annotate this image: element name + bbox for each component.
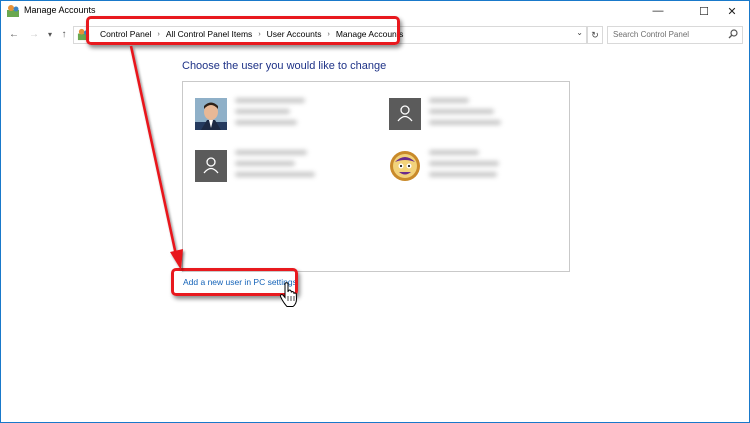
cartoon-avatar bbox=[390, 151, 420, 181]
breadcrumb-highlight-box bbox=[86, 16, 400, 45]
search-box[interactable]: Search Control Panel bbox=[607, 26, 743, 44]
refresh-button[interactable]: ↻ bbox=[587, 26, 603, 44]
account-details-redacted bbox=[235, 98, 315, 136]
back-button[interactable]: ← bbox=[7, 26, 21, 42]
close-button[interactable]: ✕ bbox=[715, 1, 749, 21]
forward-button[interactable]: → bbox=[27, 26, 41, 42]
search-input[interactable]: Search Control Panel bbox=[613, 30, 689, 39]
search-icon[interactable] bbox=[728, 29, 738, 39]
window: Manage Accounts — ☐ ✕ ← → ▾ ↑ Control Pa… bbox=[0, 0, 750, 423]
control-panel-icon bbox=[7, 5, 19, 17]
account-tile[interactable] bbox=[193, 96, 323, 142]
account-tile[interactable] bbox=[387, 96, 517, 142]
generic-user-icon bbox=[389, 98, 421, 130]
up-button[interactable]: ↑ bbox=[57, 26, 71, 42]
account-details-redacted bbox=[235, 150, 315, 188]
photo-avatar bbox=[195, 98, 227, 130]
minimize-button[interactable]: — bbox=[641, 1, 675, 21]
address-dropdown-icon[interactable]: ⌄ bbox=[576, 28, 583, 37]
account-details-redacted bbox=[429, 98, 509, 136]
account-details-redacted bbox=[429, 150, 509, 188]
accounts-list bbox=[182, 81, 570, 272]
account-tile[interactable] bbox=[193, 148, 323, 194]
recent-locations-button[interactable]: ▾ bbox=[43, 26, 57, 42]
hand-cursor-icon bbox=[279, 282, 298, 307]
page-heading: Choose the user you would like to change bbox=[182, 60, 387, 72]
account-tile[interactable] bbox=[387, 148, 517, 194]
generic-user-icon bbox=[195, 150, 227, 182]
window-title: Manage Accounts bbox=[24, 5, 96, 15]
